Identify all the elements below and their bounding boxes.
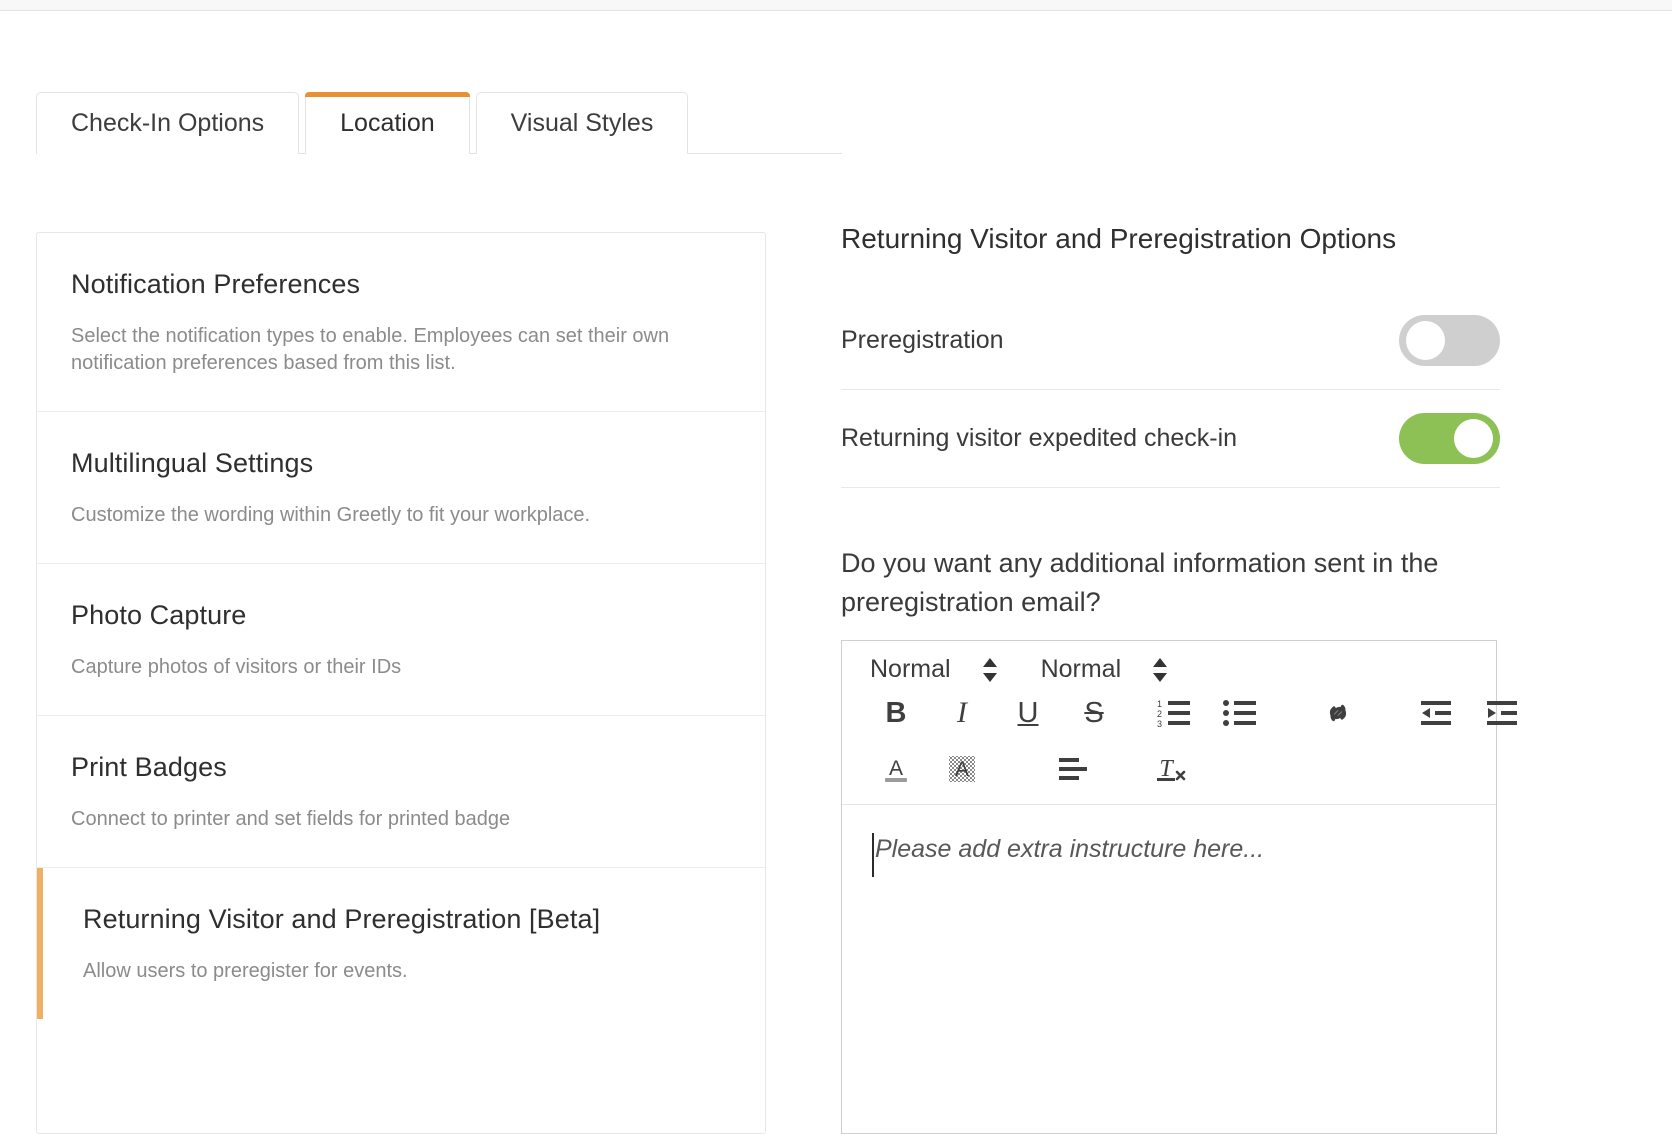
bullet-list-icon[interactable] <box>1214 690 1266 736</box>
setting-description: Select the notification types to enable.… <box>71 324 670 375</box>
chevron-updown-icon <box>1151 656 1169 684</box>
indent-icon[interactable] <box>1476 690 1528 736</box>
italic-icon[interactable]: I <box>936 690 988 736</box>
rich-text-editor: Normal Normal B I U S 1 2 3 A A T Please… <box>841 640 1517 1134</box>
setting-item-returning-visitor-preregistration[interactable]: Returning Visitor and Preregistration [B… <box>37 868 765 1020</box>
additional-info-question: Do you want any additional information s… <box>841 547 1439 617</box>
preregistration-toggle-row: Preregistration <box>841 292 1500 390</box>
strikethrough-icon[interactable]: S <box>1068 690 1120 736</box>
setting-title: Notification Preferences <box>71 269 361 299</box>
preregistration-toggle[interactable] <box>1399 314 1500 366</box>
setting-title: Multilingual Settings <box>71 448 314 479</box>
bold-glyph: B <box>885 696 907 729</box>
svg-text:A: A <box>955 758 969 781</box>
text-cursor <box>872 833 874 877</box>
setting-item-notification-preferences[interactable]: Notification Preferences Select the noti… <box>37 233 765 413</box>
tab-label: Check-In Options <box>71 109 265 137</box>
font-family-select[interactable]: Normal <box>870 655 999 684</box>
top-bar <box>0 0 1672 11</box>
strikethrough-glyph: S <box>1084 696 1104 729</box>
align-icon[interactable] <box>1048 746 1100 792</box>
setting-description: Allow users to preregister for events. <box>83 960 408 983</box>
expedited-checkin-toggle[interactable] <box>1399 412 1500 464</box>
setting-description: Customize the wording within Greetly to … <box>71 504 591 527</box>
page-root: Check-In Options Location Visual Styles … <box>0 0 1672 1134</box>
expedited-checkin-toggle-row: Returning visitor expedited check-in <box>841 390 1500 488</box>
tab-label: Location <box>340 109 435 137</box>
toggle-knob <box>1454 418 1493 458</box>
setting-description: Connect to printer and set fields for pr… <box>71 808 511 831</box>
setting-title: Returning Visitor and Preregistration [B… <box>83 904 601 935</box>
setting-title: Photo Capture <box>71 600 247 631</box>
ordered-list-icon[interactable]: 1 2 3 <box>1148 690 1200 736</box>
outdent-icon[interactable] <box>1410 690 1462 736</box>
link-icon[interactable] <box>1312 690 1364 736</box>
svg-text:1: 1 <box>1157 699 1162 709</box>
setting-title: Print Badges <box>71 752 227 783</box>
setting-description: Capture photos of visitors or their IDs <box>71 656 402 679</box>
toggle-knob <box>1406 320 1445 360</box>
font-family-value: Normal <box>870 655 951 683</box>
font-size-select[interactable]: Normal <box>1041 655 1170 684</box>
setting-item-multilingual-settings[interactable]: Multilingual Settings Customize the word… <box>37 412 765 565</box>
font-size-value: Normal <box>1040 655 1122 683</box>
setting-item-print-badges[interactable]: Print Badges Connect to printer and set … <box>37 716 765 869</box>
svg-text:3: 3 <box>1157 719 1162 728</box>
settings-list-card: Notification Preferences Select the noti… <box>36 232 766 1134</box>
italic-glyph: I <box>957 696 967 729</box>
clear-format-icon[interactable]: T <box>1146 746 1198 792</box>
background-color-icon[interactable]: A <box>936 746 988 792</box>
setting-item-photo-capture[interactable]: Photo Capture Capture photos of visitors… <box>37 564 765 717</box>
editor-placeholder: Please add extra instructure here... <box>875 835 1265 863</box>
tab-label: Visual Styles <box>510 109 654 137</box>
bold-icon[interactable]: B <box>870 690 922 736</box>
page-title: Returning Visitor and Preregistration Op… <box>841 223 1397 254</box>
underline-icon[interactable]: U <box>1002 690 1054 736</box>
expedited-checkin-label: Returning visitor expedited check-in <box>841 423 1238 452</box>
svg-text:2: 2 <box>1157 709 1162 719</box>
editor-text-area[interactable]: Please add extra instructure here... <box>842 805 1496 1134</box>
preregistration-label: Preregistration <box>841 325 1004 354</box>
underline-glyph: U <box>1017 696 1039 729</box>
svg-text:A: A <box>889 757 903 780</box>
tab-check-in-options[interactable]: Check-In Options <box>36 92 300 154</box>
editor-toolbar: Normal Normal B I U S 1 2 3 A A T <box>842 641 1517 805</box>
tab-location[interactable]: Location <box>305 92 470 156</box>
tab-visual-styles[interactable]: Visual Styles <box>475 92 689 154</box>
font-color-icon[interactable]: A <box>870 746 922 792</box>
chevron-updown-icon <box>981 656 999 684</box>
right-options-panel: Returning Visitor and Preregistration Op… <box>841 222 1601 650</box>
tab-bar: Check-In Options Location Visual Styles <box>36 90 910 156</box>
